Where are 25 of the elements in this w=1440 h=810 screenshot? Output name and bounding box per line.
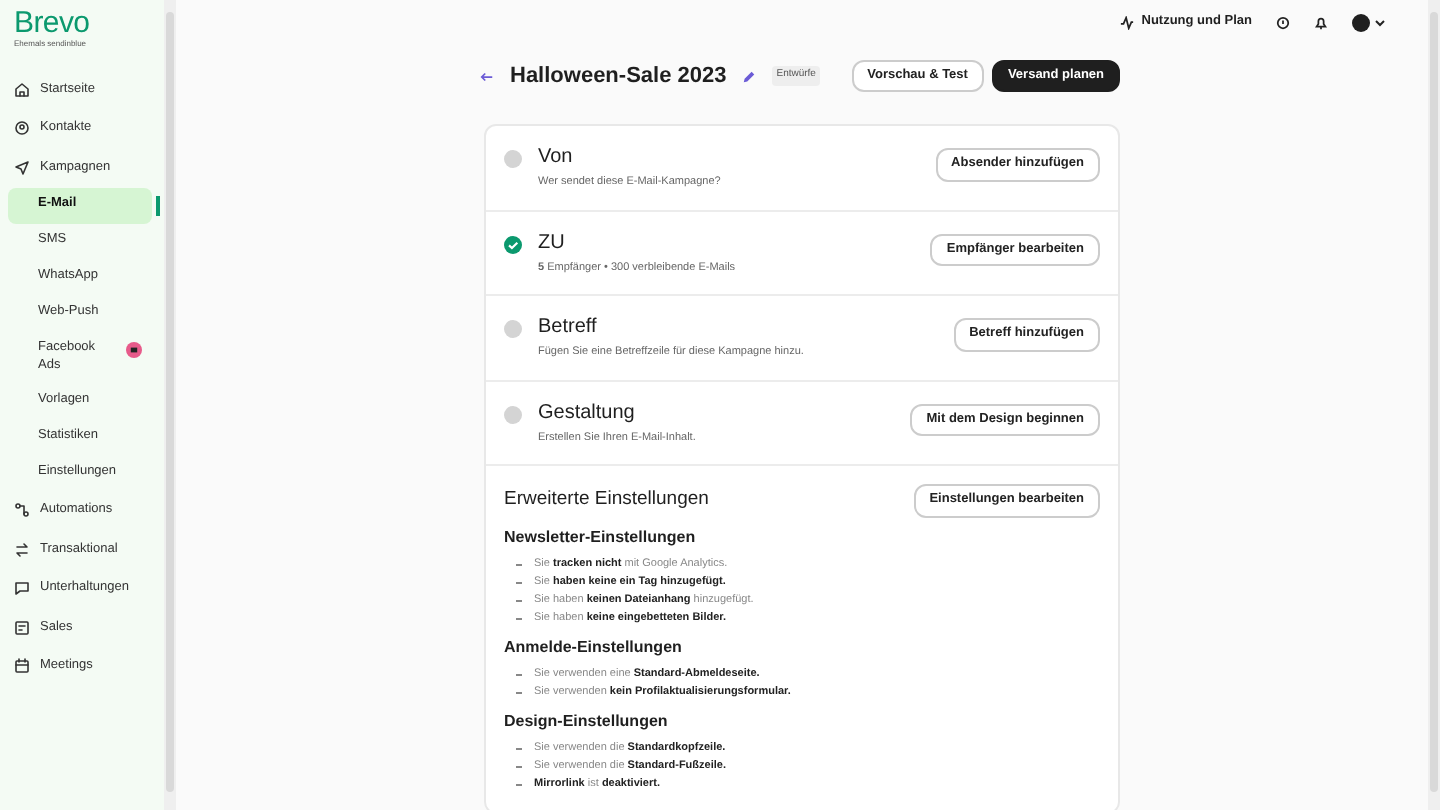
chat-icon <box>14 580 30 597</box>
subsection-title: Newsletter-Einstellungen <box>504 525 698 549</box>
avatar-icon[interactable] <box>1352 13 1388 31</box>
automation-icon <box>14 502 30 519</box>
step-title: Von <box>538 144 575 170</box>
swap-icon <box>14 541 30 558</box>
step-title: Gestaltung <box>538 399 637 425</box>
send-icon <box>14 159 30 176</box>
calendar-icon <box>14 658 30 675</box>
step-title: Betreff <box>538 314 599 340</box>
step-title: ZU <box>538 229 567 255</box>
help-icon[interactable] <box>1276 15 1290 29</box>
subsection-title: Design-Einstellungen <box>504 709 670 733</box>
subsection-title: Anmelde-Einstellungen <box>504 635 684 659</box>
sales-icon <box>14 619 30 636</box>
home-icon <box>14 81 30 98</box>
scrollbar[interactable] <box>1428 0 1440 810</box>
contact-icon <box>14 120 30 137</box>
scrollbar[interactable] <box>164 0 176 810</box>
bell-icon[interactable] <box>1314 15 1328 29</box>
activity-icon <box>1119 15 1134 29</box>
back-icon[interactable] <box>480 69 494 83</box>
edit-icon[interactable] <box>742 69 757 83</box>
section-title: Erweiterte Einstellungen <box>504 486 709 515</box>
campaign-title: Halloween-Sale 2023 <box>510 61 727 92</box>
